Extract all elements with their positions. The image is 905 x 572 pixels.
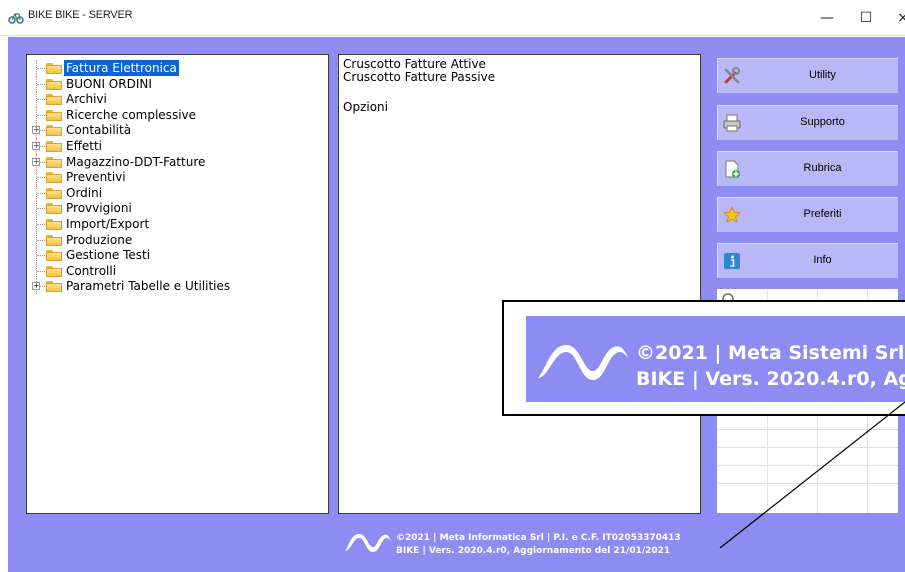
folder-icon — [46, 234, 62, 246]
folder-icon — [46, 281, 62, 293]
rubrica-button[interactable]: Rubrica — [716, 150, 899, 187]
rubrica-button-label: Rubrica — [803, 162, 842, 174]
preferiti-button-label: Preferiti — [803, 208, 842, 220]
folder-icon — [46, 219, 62, 230]
footer-version: BIKE | Vers. 2020.4.r0, Aggiornamento de… — [396, 546, 671, 556]
folder-icon — [46, 109, 62, 121]
bike-app-icon — [8, 13, 24, 24]
folder-icon — [46, 203, 62, 215]
tree-item-label: Fattura Elettronica — [64, 60, 179, 76]
folder-icon — [46, 265, 62, 277]
zoom-callout-content: ©2021 | Meta Sistemi Srl | BIKE | Vers. … — [526, 316, 905, 402]
folder-icon — [46, 141, 62, 152]
supporto-button[interactable]: Supporto — [716, 104, 899, 141]
footer-copyright: ©2021 | Meta Informatica Srl | P.I. e C.… — [396, 533, 681, 543]
menu-tree[interactable]: Fattura Elettronica BUONI ORDINI Archivi Ri… — [26, 54, 329, 514]
tree-item-label: Preventivi — [66, 170, 126, 185]
tree-item-label: Effetti — [66, 139, 102, 153]
folder-icon — [46, 78, 62, 90]
expand-icon[interactable]: + — [32, 126, 40, 135]
folder-icon — [46, 250, 62, 262]
tools-icon — [724, 67, 740, 84]
supporto-button-label: Supporto — [800, 116, 845, 128]
expand-icon[interactable]: + — [32, 282, 40, 291]
tree-item-label: Gestione Testi — [66, 248, 151, 263]
meta-logo — [345, 534, 391, 552]
info-button-label: Info — [813, 254, 832, 266]
zoom-copyright: ©2021 | Meta Sistemi Srl | — [636, 342, 905, 364]
submenu-item-opzioni[interactable]: Opzioni — [343, 101, 388, 114]
expand-icon[interactable]: + — [32, 142, 40, 150]
window-title: BIKE BIKE - SERVER — [28, 9, 133, 21]
new-document-icon — [725, 160, 740, 178]
folder-icon — [46, 172, 62, 184]
tree-item-label: BUONI ORDINI — [66, 76, 152, 91]
tree-item-label: Magazzino-DDT-Fatture — [66, 154, 206, 169]
tree-item-label: Archivi — [66, 92, 107, 107]
utility-button[interactable]: Utility — [716, 57, 899, 94]
tree-item-label: Controlli — [66, 263, 117, 278]
tree-item-label: Produzione — [66, 232, 133, 247]
meta-logo-zoomed — [538, 345, 628, 380]
folder-icon — [46, 156, 62, 168]
zoom-version: BIKE | Vers. 2020.4.r0, Aggi — [636, 368, 905, 390]
close-button[interactable]: × — [890, 6, 905, 30]
info-icon — [724, 253, 740, 269]
tree-item-label: Ordini — [66, 185, 103, 200]
utility-button-label: Utility — [809, 69, 836, 81]
folder-icon — [46, 187, 62, 199]
info-button[interactable]: Info — [716, 242, 899, 279]
star-icon — [723, 206, 741, 224]
folder-icon — [46, 125, 62, 137]
folder-icon — [46, 94, 62, 106]
maximize-button[interactable]: ☐ — [853, 6, 879, 30]
expand-icon[interactable]: + — [32, 157, 40, 166]
tree-item-label: Import/Export — [66, 217, 150, 231]
submenu-panel[interactable]: Cruscotto Fatture Attive Cruscotto Fattu… — [338, 54, 701, 514]
title-bar: BIKE BIKE - SERVER — ☐ × — [0, 0, 905, 36]
tree-item-label: Parametri Tabelle e Utilities — [66, 279, 231, 294]
preferiti-button[interactable]: Preferiti — [716, 196, 899, 233]
submenu-item-cruscotto-passive[interactable]: Cruscotto Fatture Passive — [343, 71, 495, 84]
printer-icon — [723, 114, 741, 132]
tree-item-label: Contabilità — [66, 123, 132, 138]
tree-item-label: Ricerche complessive — [66, 107, 197, 122]
folder-icon — [46, 63, 62, 74]
zoom-callout: ©2021 | Meta Sistemi Srl | BIKE | Vers. … — [502, 300, 905, 416]
tree-item-label: Provvigioni — [66, 201, 132, 216]
minimize-button[interactable]: — — [814, 6, 840, 30]
